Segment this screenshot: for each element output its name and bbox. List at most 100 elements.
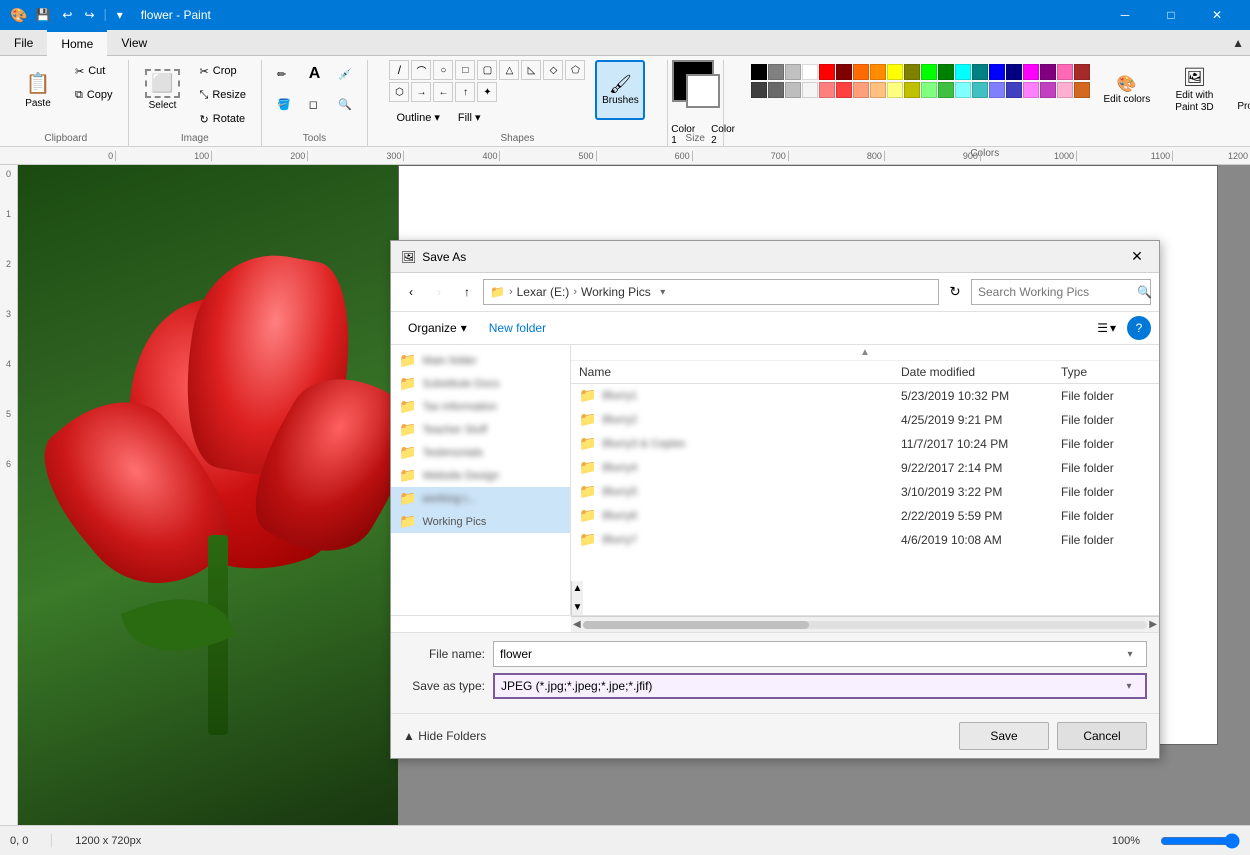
palette-cell[interactable] [1040, 82, 1056, 98]
palette-cell[interactable] [938, 82, 954, 98]
new-folder-btn[interactable]: New folder [480, 317, 555, 339]
palette-cell[interactable] [751, 82, 767, 98]
nav-up-btn[interactable]: ↑ [455, 280, 479, 304]
palette-cell[interactable] [802, 82, 818, 98]
filetype-input[interactable] [501, 679, 1119, 693]
shape-arrow-u[interactable]: ↑ [455, 82, 475, 102]
filetype-dropdown-btn[interactable]: ▾ [1119, 674, 1139, 698]
shape-line[interactable]: / [389, 60, 409, 80]
shape-rect[interactable]: □ [455, 60, 475, 80]
tab-home[interactable]: Home [47, 30, 107, 56]
palette-cell[interactable] [870, 64, 886, 80]
maximize-btn[interactable]: □ [1148, 0, 1194, 30]
shape-hex[interactable]: ⬡ [389, 82, 409, 102]
palette-cell[interactable] [768, 64, 784, 80]
paste-button[interactable]: 📋 Paste [12, 60, 64, 120]
select-button[interactable]: ⬜ Select [137, 60, 189, 120]
palette-cell[interactable] [887, 64, 903, 80]
nav-refresh-btn[interactable]: ↻ [943, 280, 967, 304]
breadcrumb-lexar[interactable]: Lexar (E:) [517, 285, 570, 299]
tree-item[interactable]: 📁Substitute Docs [391, 372, 570, 395]
hide-folders-btn[interactable]: ▲ Hide Folders [403, 729, 486, 743]
palette-cell[interactable] [1023, 64, 1039, 80]
file-row[interactable]: 📁 Blurry2 4/25/2019 9:21 PM File folder [571, 408, 1159, 432]
shape-rtriangle[interactable]: ◺ [521, 60, 541, 80]
palette-cell[interactable] [1057, 82, 1073, 98]
col-type[interactable]: Type [1061, 365, 1151, 379]
save-quick-btn[interactable]: 💾 [31, 6, 54, 24]
palette-cell[interactable] [1006, 64, 1022, 80]
scroll-up-btn[interactable]: ▲ [572, 581, 583, 596]
palette-cell[interactable] [921, 82, 937, 98]
palette-cell[interactable] [1074, 82, 1090, 98]
minimize-btn[interactable]: ─ [1102, 0, 1148, 30]
shape-arrow-r[interactable]: → [411, 82, 431, 102]
tab-view[interactable]: View [107, 30, 161, 56]
file-row[interactable]: 📁 Blurry4 9/22/2017 2:14 PM File folder [571, 456, 1159, 480]
horizontal-scrollbar[interactable]: ◀ ▶ [571, 616, 1159, 632]
palette-cell[interactable] [802, 64, 818, 80]
cancel-button[interactable]: Cancel [1057, 722, 1147, 750]
resize-button[interactable]: ⤡ Resize [193, 84, 253, 106]
shape-pentagon[interactable]: ⬠ [565, 60, 585, 80]
file-list[interactable]: Name Date modified Type 📁 Blurry1 5/23/2… [571, 361, 1159, 581]
shape-rrect[interactable]: ▢ [477, 60, 497, 80]
help-btn[interactable]: ? [1127, 316, 1151, 340]
zoom-slider[interactable] [1160, 833, 1240, 849]
palette-cell[interactable] [853, 82, 869, 98]
search-input[interactable] [978, 285, 1133, 299]
filename-input[interactable] [500, 647, 1120, 661]
tab-file[interactable]: File [0, 30, 47, 56]
palette-cell[interactable] [972, 64, 988, 80]
file-row[interactable]: 📁 Blurry1 5/23/2019 10:32 PM File folder [571, 384, 1159, 408]
palette-cell[interactable] [921, 64, 937, 80]
filename-dropdown-btn[interactable]: ▾ [1120, 642, 1140, 666]
palette-cell[interactable] [819, 82, 835, 98]
h-scroll-track[interactable] [583, 621, 1148, 629]
breadcrumb-working-pics[interactable]: Working Pics [581, 285, 651, 299]
dialog-close-button[interactable]: ✕ [1125, 245, 1149, 269]
shape-arrow-4[interactable]: ✦ [477, 82, 497, 102]
file-row[interactable]: 📁 Blurry5 3/10/2019 3:22 PM File folder [571, 480, 1159, 504]
fill-shape-button[interactable]: Fill ▾ [451, 106, 488, 128]
scroll-down-btn[interactable]: ▼ [572, 600, 583, 615]
palette-cell[interactable] [785, 64, 801, 80]
palette-cell[interactable] [955, 82, 971, 98]
edit-colors-button[interactable]: 🎨 Edit colors [1098, 60, 1156, 120]
text-button[interactable]: A [302, 60, 328, 88]
palette-cell[interactable] [819, 64, 835, 80]
palette-cell[interactable] [887, 82, 903, 98]
shape-triangle[interactable]: △ [499, 60, 519, 80]
nav-back-btn[interactable]: ‹ [399, 280, 423, 304]
palette-cell[interactable] [904, 64, 920, 80]
shape-arrow-l[interactable]: ← [433, 82, 453, 102]
shape-diamond[interactable]: ◇ [543, 60, 563, 80]
palette-cell[interactable] [870, 82, 886, 98]
color2-swatch[interactable] [686, 74, 720, 108]
palette-cell[interactable] [904, 82, 920, 98]
eraser-button[interactable]: ◻ [302, 90, 328, 118]
col-name[interactable]: Name [579, 365, 901, 379]
palette-cell[interactable] [751, 64, 767, 80]
shape-curve[interactable]: ⌒ [411, 60, 431, 80]
palette-cell[interactable] [938, 64, 954, 80]
palette-cell[interactable] [972, 82, 988, 98]
file-row[interactable]: 📁 Blurry3 & Copies 11/7/2017 10:24 PM Fi… [571, 432, 1159, 456]
tree-item[interactable]: 📁working t... [391, 487, 570, 510]
file-row[interactable]: 📁 Blurry7 4/6/2019 10:08 AM File folder [571, 528, 1159, 552]
shape-oval[interactable]: ○ [433, 60, 453, 80]
redo-quick-btn[interactable]: ↪ [80, 6, 98, 24]
product-alert-button[interactable]: i Product alert [1233, 60, 1250, 120]
edit-paint3d-button[interactable]: 🖼 Edit with Paint 3D [1164, 60, 1225, 120]
palette-cell[interactable] [1040, 64, 1056, 80]
undo-quick-btn[interactable]: ↩ [58, 6, 76, 24]
outline-button[interactable]: Outline ▾ [389, 106, 446, 128]
ribbon-collapse-btn[interactable]: ▲ [1232, 36, 1244, 50]
palette-cell[interactable] [836, 82, 852, 98]
nav-forward-btn[interactable]: › [427, 280, 451, 304]
tree-item[interactable]: 📁Main folder [391, 349, 570, 372]
save-as-dialog[interactable]: 🖼 Save As ✕ ‹ › ↑ 📁 › Lexar (E:) › Worki… [390, 240, 1160, 759]
crop-button[interactable]: ✂ Crop [193, 60, 253, 82]
h-scroll-left-btn[interactable]: ◀ [573, 619, 581, 630]
save-button[interactable]: Save [959, 722, 1049, 750]
